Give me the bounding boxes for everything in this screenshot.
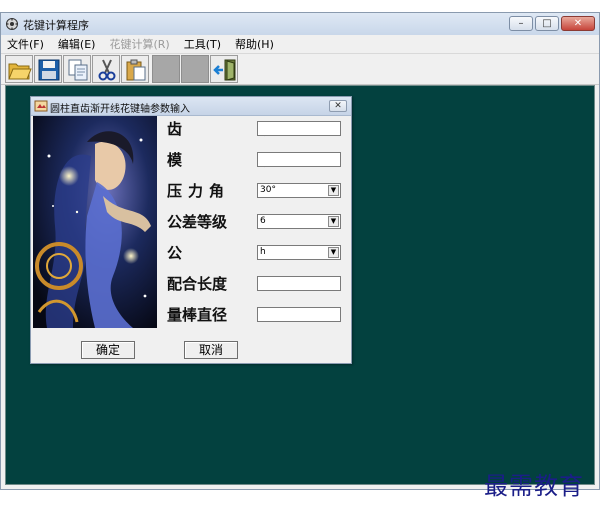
menu-edit[interactable]: 编辑(E) bbox=[58, 36, 96, 52]
dialog-title-bar[interactable]: 圆柱直齿渐开线花键轴参数输入 ✕ bbox=[31, 97, 351, 116]
close-icon: ✕ bbox=[573, 18, 583, 29]
minimize-icon: – bbox=[518, 18, 524, 29]
menu-help[interactable]: 帮助(H) bbox=[235, 36, 274, 52]
module-input[interactable] bbox=[257, 152, 341, 167]
tolerance-value: h bbox=[260, 247, 266, 257]
tolerance-select[interactable]: h ▼ bbox=[257, 245, 341, 260]
paste-icon bbox=[126, 59, 146, 81]
close-button[interactable]: ✕ bbox=[561, 16, 595, 31]
window-title: 花键计算程序 bbox=[23, 19, 89, 32]
chevron-down-icon[interactable]: ▼ bbox=[328, 185, 339, 196]
chevron-down-icon[interactable]: ▼ bbox=[328, 216, 339, 227]
toolbar bbox=[1, 54, 599, 85]
dialog-close-button[interactable]: ✕ bbox=[329, 100, 347, 112]
copy-icon bbox=[68, 59, 88, 81]
dialog-title: 圆柱直齿渐开线花键轴参数输入 bbox=[50, 104, 190, 115]
fit-length-input[interactable] bbox=[257, 276, 341, 291]
menu-file[interactable]: 文件(F) bbox=[7, 36, 44, 52]
decorative-picture bbox=[33, 116, 157, 328]
chevron-down-icon[interactable]: ▼ bbox=[328, 247, 339, 258]
pressure-angle-label: 压力角 bbox=[167, 182, 231, 200]
minimize-button[interactable]: – bbox=[509, 16, 533, 31]
open-button[interactable] bbox=[5, 55, 33, 83]
gauge-rod-diameter-input[interactable] bbox=[257, 307, 341, 322]
fit-length-label: 配合长度 bbox=[167, 275, 228, 293]
app-icon bbox=[6, 18, 18, 30]
open-folder-icon bbox=[8, 63, 32, 80]
tolerance-grade-select[interactable]: 6 ▼ bbox=[257, 214, 341, 229]
teeth-count-input[interactable] bbox=[257, 121, 341, 136]
ok-button[interactable]: 确定 bbox=[81, 341, 135, 359]
cut-button[interactable] bbox=[92, 55, 120, 83]
exit-button[interactable] bbox=[210, 55, 238, 83]
tolerance-grade-value: 6 bbox=[260, 216, 266, 226]
cancel-button[interactable]: 取消 bbox=[184, 341, 238, 359]
title-bar[interactable]: 花键计算程序 – □ ✕ bbox=[1, 13, 599, 36]
paste-button[interactable] bbox=[121, 55, 149, 83]
menu-spline-calc[interactable]: 花键计算(R) bbox=[109, 36, 169, 52]
watermark: 最需教育 bbox=[484, 472, 584, 500]
disabled-tool-button-2[interactable] bbox=[181, 55, 209, 83]
pressure-angle-value: 30° bbox=[260, 185, 276, 195]
disabled-tool-button-1[interactable] bbox=[152, 55, 180, 83]
save-button[interactable] bbox=[34, 55, 62, 83]
gauge-rod-diameter-label: 量棒直径 bbox=[167, 306, 228, 324]
dialog-icon bbox=[34, 100, 48, 112]
menu-tools[interactable]: 工具(T) bbox=[184, 36, 221, 52]
save-icon bbox=[38, 59, 60, 81]
close-icon: ✕ bbox=[334, 101, 342, 111]
copy-button[interactable] bbox=[63, 55, 91, 83]
tolerance-grade-label: 公差等级 bbox=[167, 213, 228, 231]
menu-bar: 文件(F) 编辑(E) 花键计算(R) 工具(T) 帮助(H) bbox=[1, 35, 599, 54]
maximize-button[interactable]: □ bbox=[535, 16, 559, 31]
parameter-dialog: 圆柱直齿渐开线花键轴参数输入 ✕ 齿 数 模 数 压力角 30° ▼ 公差等级 … bbox=[30, 96, 352, 364]
maximize-icon: □ bbox=[542, 18, 552, 29]
exit-icon bbox=[213, 59, 236, 81]
pressure-angle-select[interactable]: 30° ▼ bbox=[257, 183, 341, 198]
cut-icon bbox=[98, 59, 116, 81]
